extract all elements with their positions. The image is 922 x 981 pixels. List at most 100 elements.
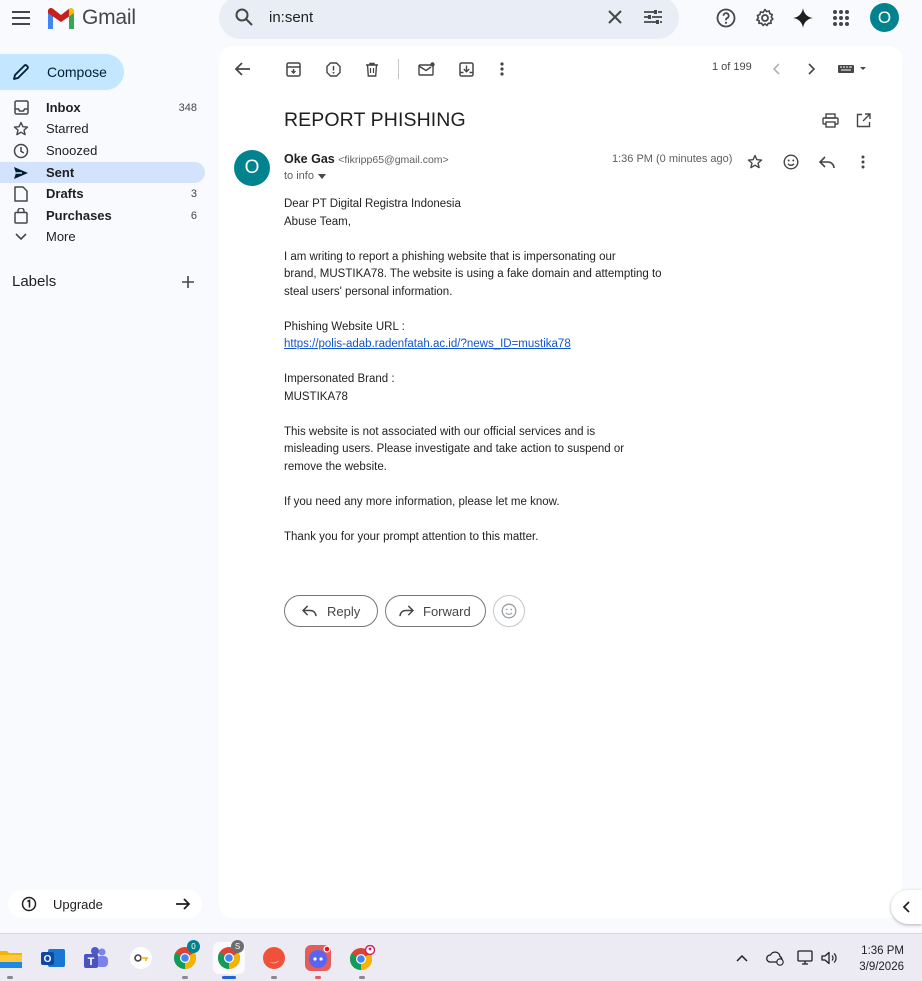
sidebar-item-snoozed[interactable]: Snoozed <box>0 140 205 161</box>
clear-search-icon[interactable] <box>603 5 627 29</box>
purchases-icon <box>12 207 30 225</box>
compose-button[interactable]: Compose <box>0 54 124 90</box>
reply-label: Reply <box>327 603 361 619</box>
emoji-icon <box>501 603 517 619</box>
chrome-icon[interactable]: 0 <box>169 940 201 979</box>
body-line: This website is not associated with our … <box>284 425 596 438</box>
profile-badge: 0 <box>187 940 200 953</box>
windows-taskbar: O T 0 S 1:36 PM 3/9/2026 <box>0 933 922 981</box>
unread-count: 3 <box>190 187 197 200</box>
move-to-icon[interactable] <box>454 57 478 81</box>
gmail-logo[interactable]: Gmail <box>46 4 136 32</box>
print-icon[interactable] <box>818 108 842 132</box>
sidebar-item-label: More <box>46 229 76 244</box>
back-icon[interactable] <box>231 57 255 81</box>
running-indicator <box>359 976 365 979</box>
unread-count: 6 <box>190 209 197 222</box>
reply-button[interactable]: Reply <box>284 595 378 627</box>
running-indicator <box>315 976 321 979</box>
sidebar-item-drafts[interactable]: Drafts 3 <box>0 183 205 204</box>
sender-avatar[interactable]: O <box>234 150 270 186</box>
network-icon[interactable] <box>795 947 817 969</box>
gemini-icon[interactable] <box>789 4 817 32</box>
apps-icon[interactable] <box>827 4 855 32</box>
sidebar-item-inbox[interactable]: Inbox 348 <box>0 97 205 118</box>
body-line: Phishing Website URL : <box>284 320 405 333</box>
delete-icon[interactable] <box>360 57 384 81</box>
running-indicator <box>7 976 13 979</box>
body-line: MUSTIKA78 <box>284 390 348 403</box>
help-icon[interactable] <box>712 4 740 32</box>
report-spam-icon[interactable] <box>321 57 345 81</box>
body-line: Dear PT Digital Registra Indonesia <box>284 198 461 210</box>
send-icon <box>12 164 30 182</box>
body-line: I am writing to report a phishing websit… <box>284 250 616 263</box>
labels-heading: Labels <box>12 273 57 290</box>
add-label-icon[interactable] <box>178 272 198 292</box>
chrome-active-icon[interactable]: S <box>213 940 245 979</box>
phishing-url-link[interactable]: https://polis-adab.radenfatah.ac.id/?new… <box>284 338 571 350</box>
emoji-reaction-button[interactable] <box>493 595 525 627</box>
main-menu-icon[interactable] <box>8 4 36 32</box>
search-icon[interactable] <box>233 6 255 28</box>
app-name: Gmail <box>82 6 136 29</box>
sidebar-item-label: Snoozed <box>46 143 98 158</box>
svg-text:T: T <box>88 956 95 968</box>
teams-icon[interactable]: T <box>80 942 112 974</box>
body-line: steal users' personal information. <box>284 285 453 298</box>
sidebar-item-label: Sent <box>46 165 75 180</box>
system-clock[interactable]: 1:36 PM 3/9/2026 <box>859 943 904 975</box>
forward-icon <box>399 605 414 617</box>
volume-icon[interactable] <box>818 947 840 969</box>
body-line: remove the website. <box>284 460 387 473</box>
arrow-right-icon <box>176 898 191 910</box>
chrome-profile-icon[interactable] <box>346 942 378 979</box>
search-bar[interactable] <box>219 0 679 39</box>
reply-icon[interactable] <box>815 150 839 174</box>
sidebar-item-label: Starred <box>46 121 89 136</box>
newer-icon[interactable] <box>764 57 788 81</box>
running-indicator <box>271 976 277 979</box>
open-in-new-window-icon[interactable] <box>851 108 875 132</box>
more-vert-icon[interactable] <box>851 150 875 174</box>
recipients-toggle[interactable]: to info <box>284 170 326 182</box>
sidebar-item-starred[interactable]: Starred <box>0 118 205 139</box>
sidebar-item-more[interactable]: More <box>0 226 205 247</box>
side-panel-toggle[interactable] <box>891 890 922 924</box>
discord-icon[interactable] <box>302 942 334 979</box>
reply-icon <box>302 605 317 617</box>
sidebar-item-sent[interactable]: Sent <box>0 162 205 183</box>
sidebar-item-label: Drafts <box>46 186 84 201</box>
file-explorer-icon[interactable] <box>0 942 26 979</box>
swift-app-icon[interactable] <box>258 942 290 979</box>
gmail-logo-icon <box>48 7 74 29</box>
chevron-down-icon <box>12 228 30 246</box>
older-icon[interactable] <box>800 57 824 81</box>
chevron-up-icon[interactable] <box>732 948 752 968</box>
chevron-left-icon <box>903 901 910 913</box>
email-subject: REPORT PHISHING <box>284 109 466 131</box>
sender-name[interactable]: Oke Gas <box>284 152 335 166</box>
outlook-icon[interactable]: O <box>37 942 69 974</box>
input-tools-icon[interactable] <box>834 57 870 81</box>
vpn-key-icon[interactable] <box>125 942 157 974</box>
settings-icon[interactable] <box>751 4 779 32</box>
add-reaction-icon[interactable] <box>779 150 803 174</box>
more-vert-icon[interactable] <box>490 57 514 81</box>
search-input[interactable] <box>269 7 589 27</box>
archive-icon[interactable] <box>281 57 305 81</box>
sidebar-item-purchases[interactable]: Purchases 6 <box>0 205 205 226</box>
unread-count: 348 <box>178 101 197 114</box>
star-icon <box>12 120 30 138</box>
draft-icon <box>12 185 30 203</box>
upgrade-button[interactable]: Upgrade <box>8 890 202 918</box>
onedrive-icon[interactable] <box>764 947 786 969</box>
star-icon[interactable] <box>743 150 767 174</box>
pencil-icon <box>13 64 29 80</box>
search-options-icon[interactable] <box>641 5 665 29</box>
email-body: Dear PT Digital Registra Indonesia Abuse… <box>284 196 714 564</box>
mark-unread-icon[interactable] <box>414 57 438 81</box>
toolbar-divider <box>398 59 399 79</box>
account-avatar[interactable]: O <box>870 3 899 32</box>
forward-button[interactable]: Forward <box>385 595 486 627</box>
